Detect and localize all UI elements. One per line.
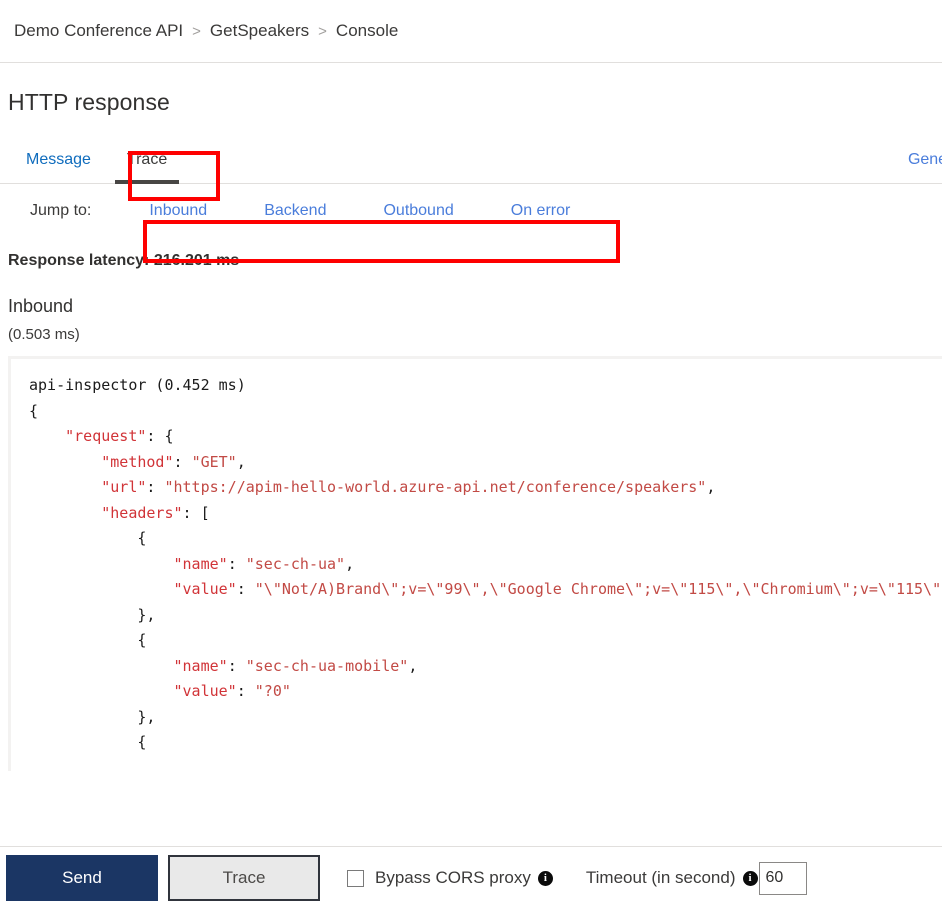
breadcrumb-separator-icon: > bbox=[192, 22, 201, 40]
bypass-cors-label: Bypass CORS proxy bbox=[375, 868, 531, 887]
trace-code-inner: api-inspector (0.452 ms) { "request": { … bbox=[11, 359, 942, 771]
breadcrumb-separator-icon: > bbox=[318, 22, 327, 40]
bypass-cors-group[interactable]: Bypass CORS proxy i bbox=[347, 868, 553, 888]
page-title: HTTP response bbox=[8, 89, 170, 115]
send-button[interactable]: Send bbox=[6, 855, 158, 901]
jump-link-on-error[interactable]: On error bbox=[511, 202, 571, 220]
timeout-group: Timeout (in second) i bbox=[585, 861, 807, 895]
breadcrumb: Demo Conference API > GetSpeakers > Cons… bbox=[0, 0, 942, 63]
generate-definition-link[interactable]: Generate d bbox=[908, 137, 942, 183]
timeout-label: Timeout (in second) bbox=[585, 868, 736, 887]
breadcrumb-item-console[interactable]: Console bbox=[336, 21, 398, 41]
trace-button[interactable]: Trace bbox=[168, 855, 320, 901]
breadcrumb-item-api[interactable]: Demo Conference API bbox=[14, 21, 183, 41]
info-icon[interactable]: i bbox=[537, 870, 553, 886]
timeout-input[interactable] bbox=[758, 861, 807, 895]
jump-to-row: Jump to: Inbound Backend Outbound On err… bbox=[0, 184, 942, 238]
section-title-inbound: Inbound bbox=[8, 296, 74, 316]
console-footer-toolbar: Send Trace Bypass CORS proxy i Timeout (… bbox=[0, 846, 942, 909]
bypass-cors-checkbox[interactable] bbox=[347, 869, 364, 887]
jump-link-backend[interactable]: Backend bbox=[264, 202, 326, 220]
info-icon[interactable]: i bbox=[742, 870, 758, 886]
trace-code-text: api-inspector (0.452 ms) { "request": { … bbox=[29, 376, 942, 751]
tab-trace[interactable]: Trace bbox=[109, 137, 185, 184]
jump-to-label: Jump to: bbox=[30, 202, 92, 219]
jump-link-outbound[interactable]: Outbound bbox=[383, 202, 453, 220]
breadcrumb-item-operation[interactable]: GetSpeakers bbox=[210, 21, 309, 41]
tab-message[interactable]: Message bbox=[8, 137, 109, 183]
jump-to-links: Inbound Backend Outbound On error bbox=[149, 202, 570, 220]
section-duration-inbound: (0.503 ms) bbox=[8, 326, 80, 343]
response-tabstrip: Message Trace Generate d bbox=[0, 137, 942, 184]
trace-code-block[interactable]: api-inspector (0.452 ms) { "request": { … bbox=[8, 356, 942, 771]
response-latency: Response latency: 216.201 ms bbox=[8, 252, 240, 269]
jump-link-inbound[interactable]: Inbound bbox=[149, 202, 207, 220]
